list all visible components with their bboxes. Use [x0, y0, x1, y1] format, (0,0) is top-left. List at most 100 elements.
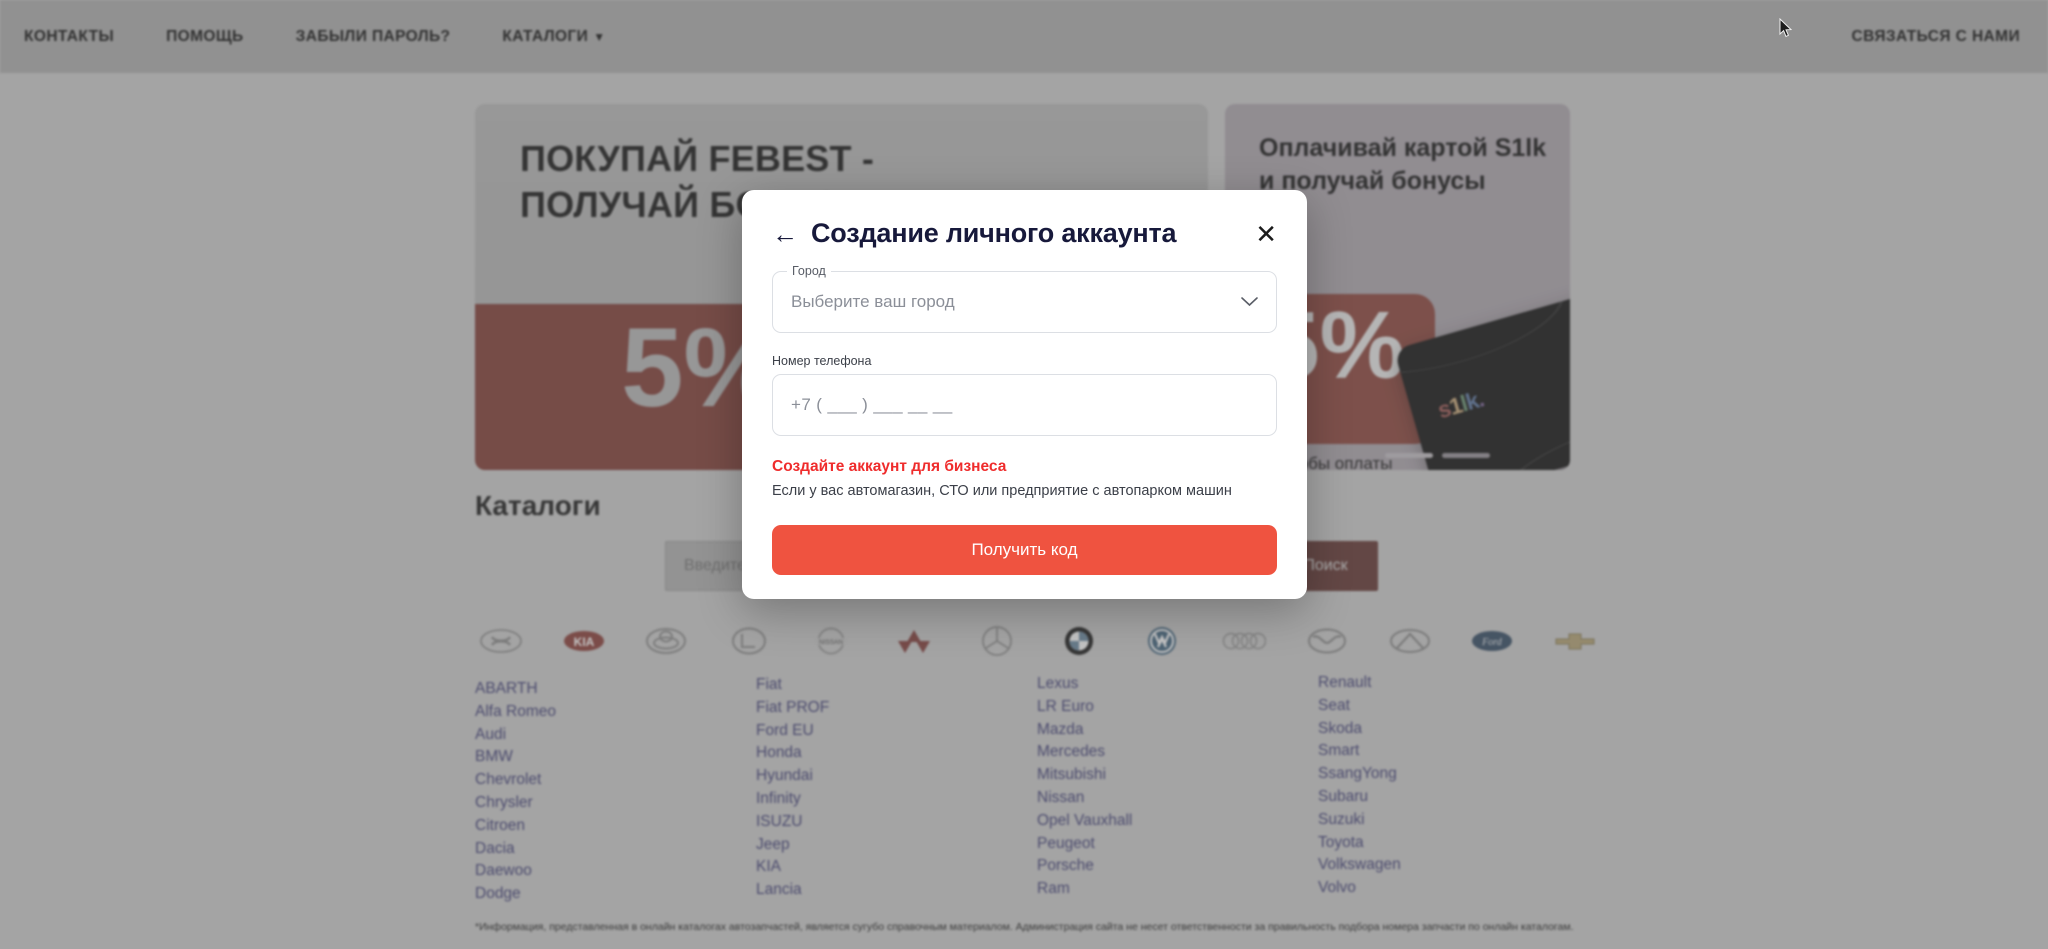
- get-code-button[interactable]: Получить код: [772, 525, 1277, 575]
- phone-input[interactable]: +7 ( ___ ) ___ __ __: [772, 374, 1277, 436]
- phone-input-placeholder: +7 ( ___ ) ___ __ __: [791, 395, 953, 414]
- brand-link[interactable]: Peugeot: [1037, 833, 1318, 856]
- brand-link[interactable]: Mercedes: [1037, 741, 1318, 764]
- city-select-label: Город: [787, 264, 831, 278]
- business-account-link[interactable]: Создайте аккаунт для бизнеса: [772, 458, 1006, 476]
- brand-column-3: Lexus LR Euro Mazda Mercedes Mitsubishi …: [1037, 673, 1318, 906]
- modal-body: Город Выберите ваш город Номер телефона …: [742, 249, 1307, 575]
- modal-header: ← Создание личного аккаунта ✕: [742, 190, 1307, 249]
- volkswagen-logo-icon[interactable]: [1139, 621, 1185, 661]
- brand-link[interactable]: ABARTH: [475, 678, 756, 701]
- chevron-down-icon: [1241, 294, 1258, 311]
- page-title: Каталоги: [475, 490, 601, 521]
- promo-banner-silk-title: Оплачивай картой S1lk и получай бонусы: [1259, 134, 1547, 195]
- mazda-logo-icon[interactable]: [1304, 621, 1350, 661]
- brand-link[interactable]: Daewoo: [475, 860, 756, 883]
- brand-link[interactable]: Skoda: [1318, 718, 1599, 741]
- ford-logo-icon[interactable]: Ford: [1469, 621, 1515, 661]
- svg-text:Ford: Ford: [1481, 637, 1503, 648]
- brand-link[interactable]: Renault: [1318, 672, 1599, 695]
- brand-column-2: Fiat Fiat PROF Ford EU Honda Hyundai Inf…: [756, 674, 1037, 906]
- brand-link[interactable]: Chevrolet: [475, 769, 756, 792]
- mouse-cursor: [1779, 18, 1793, 38]
- svg-text:KIA: KIA: [573, 635, 594, 649]
- brand-link[interactable]: Infinity: [756, 788, 1037, 811]
- brand-link[interactable]: BMW: [475, 746, 756, 769]
- brand-link[interactable]: Ford EU: [756, 720, 1037, 743]
- brand-link[interactable]: Ram: [1037, 878, 1318, 901]
- brand-link[interactable]: Smart: [1318, 740, 1599, 763]
- brand-link[interactable]: Citroen: [475, 815, 756, 838]
- brand-link[interactable]: Opel Vauxhall: [1037, 810, 1318, 833]
- create-account-modal: ← Создание личного аккаунта ✕ Город Выбе…: [742, 190, 1307, 599]
- brand-link[interactable]: Audi: [475, 724, 756, 747]
- disclaimer-text: *Информация, представленная в онлайн кат…: [475, 921, 1574, 933]
- lexus-logo-icon[interactable]: [726, 621, 772, 661]
- page-root: КОНТАКТЫ ПОМОЩЬ ЗАБЫЛИ ПАРОЛЬ? КАТАЛОГИ ▼…: [0, 0, 2048, 949]
- brand-link[interactable]: Alfa Romeo: [475, 701, 756, 724]
- nav-help-label: ПОМОЩЬ: [166, 27, 244, 45]
- brand-link[interactable]: Volvo: [1318, 877, 1599, 900]
- brand-link[interactable]: Nissan: [1037, 787, 1318, 810]
- brand-link[interactable]: SsangYong: [1318, 763, 1599, 786]
- brand-link[interactable]: Toyota: [1318, 832, 1599, 855]
- brand-link[interactable]: Porsche: [1037, 855, 1318, 878]
- brand-column-1: ABARTH Alfa Romeo Audi BMW Chevrolet Chr…: [475, 678, 756, 906]
- brand-link[interactable]: Mazda: [1037, 719, 1318, 742]
- brand-link[interactable]: Jeep: [756, 834, 1037, 857]
- nav-catalogs[interactable]: КАТАЛОГИ ▼: [476, 28, 631, 46]
- brand-link[interactable]: Chrysler: [475, 792, 756, 815]
- nav-contact-us-label: СВЯЗАТЬСЯ С НАМИ: [1851, 27, 2020, 45]
- nissan-logo-icon[interactable]: NISSAN: [808, 621, 854, 661]
- nav-contacts[interactable]: КОНТАКТЫ: [18, 28, 140, 46]
- brand-link[interactable]: Mitsubishi: [1037, 764, 1318, 787]
- brand-link[interactable]: Subaru: [1318, 786, 1599, 809]
- brand-link[interactable]: Honda: [756, 742, 1037, 765]
- brand-links-columns: ABARTH Alfa Romeo Audi BMW Chevrolet Chr…: [475, 674, 1600, 906]
- carousel-dots[interactable]: [1385, 453, 1490, 458]
- city-select-value: Выберите ваш город: [791, 292, 955, 311]
- infiniti-logo-icon[interactable]: [1387, 621, 1433, 661]
- brand-link[interactable]: KIA: [756, 856, 1037, 879]
- mitsubishi-logo-icon[interactable]: [891, 621, 937, 661]
- nav-forgot-password[interactable]: ЗАБЫЛИ ПАРОЛЬ?: [270, 28, 477, 46]
- business-account-description: Если у вас автомагазин, СТО или предприя…: [772, 483, 1232, 499]
- svg-text:NISSAN: NISSAN: [819, 639, 844, 646]
- phone-field: Номер телефона +7 ( ___ ) ___ __ __: [772, 354, 1277, 436]
- phone-field-label: Номер телефона: [772, 354, 872, 368]
- carousel-dot-2[interactable]: [1442, 453, 1490, 458]
- nav-help[interactable]: ПОМОЩЬ: [140, 28, 270, 46]
- back-arrow-icon[interactable]: ←: [772, 221, 798, 247]
- close-icon[interactable]: ✕: [1255, 221, 1277, 247]
- brand-link[interactable]: Lancia: [756, 879, 1037, 902]
- brand-link[interactable]: Dodge: [475, 883, 756, 906]
- brand-link[interactable]: Dacia: [475, 838, 756, 861]
- brand-link[interactable]: Volkswagen: [1318, 854, 1599, 877]
- toyota-logo-icon[interactable]: [643, 621, 689, 661]
- brand-link[interactable]: Lexus: [1037, 673, 1318, 696]
- kia-logo-icon[interactable]: KIA: [561, 621, 607, 661]
- nav-forgot-password-label: ЗАБЫЛИ ПАРОЛЬ?: [295, 27, 451, 45]
- carousel-dot-1[interactable]: [1385, 453, 1433, 458]
- brand-link[interactable]: Seat: [1318, 695, 1599, 718]
- brand-link[interactable]: ISUZU: [756, 811, 1037, 834]
- brand-column-4: Renault Seat Skoda Smart SsangYong Subar…: [1318, 672, 1599, 906]
- brand-link[interactable]: Fiat: [756, 674, 1037, 697]
- audi-logo-icon[interactable]: [1221, 621, 1267, 661]
- nav-contact-us[interactable]: СВЯЗАТЬСЯ С НАМИ: [1852, 28, 2048, 46]
- hyundai-logo-icon[interactable]: [478, 621, 524, 661]
- top-navigation-bar: КОНТАКТЫ ПОМОЩЬ ЗАБЫЛИ ПАРОЛЬ? КАТАЛОГИ ▼…: [0, 0, 2048, 73]
- nav-contacts-label: КОНТАКТЫ: [24, 27, 115, 45]
- city-select[interactable]: Город Выберите ваш город: [772, 264, 1277, 333]
- brand-link[interactable]: LR Euro: [1037, 696, 1318, 719]
- chevron-down-icon: ▼: [593, 29, 606, 44]
- brand-logo-strip: KIA NISSAN Ford: [478, 616, 1598, 666]
- brand-link[interactable]: Hyundai: [756, 765, 1037, 788]
- bmw-logo-icon[interactable]: [1056, 621, 1102, 661]
- modal-title: Создание личного аккаунта: [811, 218, 1177, 248]
- nav-catalogs-label: КАТАЛОГИ: [502, 27, 589, 45]
- chevrolet-logo-icon[interactable]: [1552, 621, 1598, 661]
- brand-link[interactable]: Suzuki: [1318, 809, 1599, 832]
- mercedes-logo-icon[interactable]: [974, 621, 1020, 661]
- brand-link[interactable]: Fiat PROF: [756, 697, 1037, 720]
